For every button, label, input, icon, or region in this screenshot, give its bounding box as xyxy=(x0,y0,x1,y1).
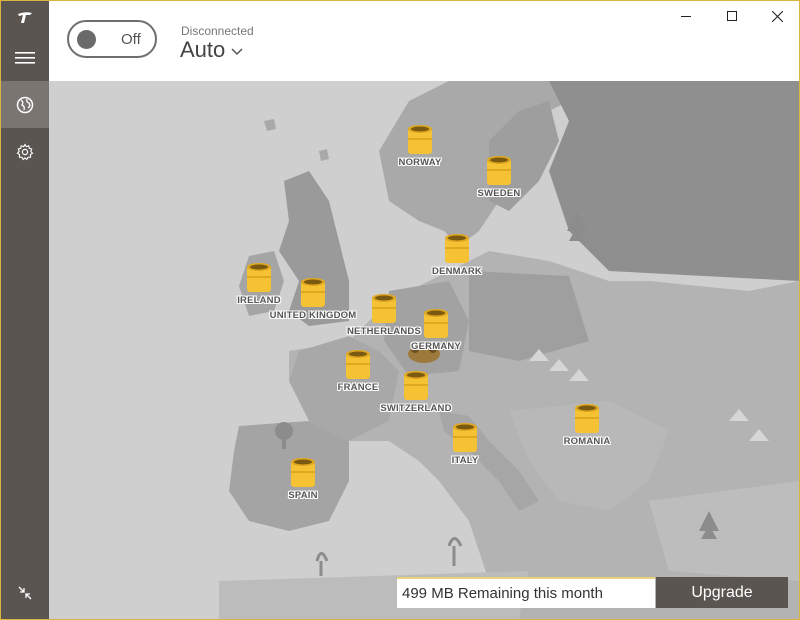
location-label: Auto xyxy=(180,37,226,62)
hamburger-menu-icon[interactable] xyxy=(1,35,49,81)
country-pin-germany[interactable]: GERMANY xyxy=(376,308,496,352)
country-pin-spain[interactable]: SPAIN xyxy=(243,457,363,501)
country-label: SWEDEN xyxy=(477,188,521,199)
app-window: Off Disconnected Auto NORWAY SWEDEN DENM… xyxy=(0,0,800,620)
minimize-icon xyxy=(681,16,691,17)
country-label: DENMARK xyxy=(432,266,482,277)
data-amount: 499 MB xyxy=(402,585,454,602)
data-remaining-label: Remaining this month xyxy=(457,585,603,602)
barrel-icon xyxy=(575,404,599,433)
connection-toggle[interactable]: Off xyxy=(67,20,157,58)
collapse-arrows-icon[interactable] xyxy=(1,575,49,611)
europe-map[interactable]: NORWAY SWEDEN DENMARK IRELAND UNITED KIN… xyxy=(49,81,799,619)
location-selector[interactable]: Auto xyxy=(180,37,243,63)
data-remaining-box: 499 MB Remaining this month xyxy=(397,577,655,608)
barrel-icon xyxy=(291,458,315,487)
barrel-icon xyxy=(404,371,428,400)
country-pin-italy[interactable]: ITALY xyxy=(405,422,525,466)
maximize-icon xyxy=(727,11,737,21)
chevron-down-icon xyxy=(231,47,243,55)
minimize-button[interactable] xyxy=(663,1,709,31)
data-remaining-text: 499 MB Remaining this month xyxy=(402,585,603,602)
barrel-icon xyxy=(487,156,511,185)
toggle-knob xyxy=(77,30,96,49)
upgrade-button[interactable]: Upgrade xyxy=(656,577,788,608)
country-pin-denmark[interactable]: DENMARK xyxy=(397,233,517,277)
barrel-icon xyxy=(408,125,432,154)
globe-icon[interactable] xyxy=(1,81,49,128)
connection-status: Disconnected xyxy=(181,24,254,38)
country-label: SPAIN xyxy=(288,490,318,501)
country-label: ITALY xyxy=(451,455,479,466)
toggle-label: Off xyxy=(121,31,141,48)
country-pin-romania[interactable]: ROMANIA xyxy=(527,403,647,447)
tunnelbear-logo-icon xyxy=(1,1,49,35)
close-button[interactable] xyxy=(754,1,799,31)
gear-icon[interactable] xyxy=(1,129,49,175)
sidebar xyxy=(1,1,49,619)
barrel-icon xyxy=(445,234,469,263)
barrel-icon xyxy=(453,423,477,452)
maximize-button[interactable] xyxy=(709,1,755,31)
country-pin-sweden[interactable]: SWEDEN xyxy=(439,155,559,199)
close-icon xyxy=(771,10,783,22)
barrel-icon xyxy=(424,309,448,338)
country-pin-switzerland[interactable]: SWITZERLAND xyxy=(356,370,476,414)
country-label: ROMANIA xyxy=(563,436,611,447)
country-label: SWITZERLAND xyxy=(380,403,452,414)
barrel-icon xyxy=(301,278,325,307)
